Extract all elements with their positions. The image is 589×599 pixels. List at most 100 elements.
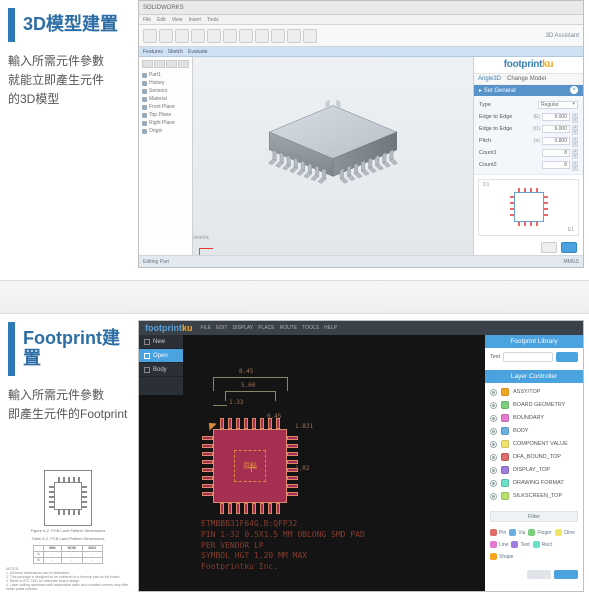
side-tab-change-model[interactable]: Change Model	[507, 76, 546, 82]
sw-tool-button[interactable]	[303, 29, 317, 43]
sw-tree-tab[interactable]	[154, 60, 165, 68]
sw-tree-item[interactable]: Front Plane	[142, 103, 189, 111]
sw-tab-3d-assistant[interactable]: 3D Assistant	[546, 33, 579, 39]
eda-menu-item[interactable]: TOOLS	[302, 325, 319, 331]
filter-item[interactable]: Text	[511, 540, 529, 549]
visibility-toggle-icon[interactable]	[490, 402, 497, 409]
layer-list: ASSY/TOP BOARD GEOMETRY BOUNDARY BODY COMPON…	[485, 383, 583, 505]
sw-tree-item[interactable]: Sensors	[142, 87, 189, 95]
layer-item[interactable]: COMPONENT VALUE	[490, 439, 578, 449]
eda-menu: FILE EDIT DISPLAY PLACE ROUTE TOOLS HELP	[201, 325, 338, 331]
section1-title: 3D模型建置	[23, 15, 132, 35]
eda-viewport[interactable]: 8.45 5.60 1.33 0.45 1.831 1.02 原點 ETMBBB…	[139, 335, 485, 591]
sw-ribbon-item[interactable]: Evaluate	[188, 49, 207, 55]
eda-menu-item[interactable]: HELP	[324, 325, 337, 331]
param-count1-input[interactable]: 8	[542, 149, 570, 157]
close-icon[interactable]: ×	[570, 86, 578, 94]
filter-clear-button[interactable]	[527, 570, 551, 579]
filter-item[interactable]: Line	[490, 540, 508, 549]
spin-down-icon[interactable]: ▾	[572, 118, 578, 123]
param-count2-input[interactable]: 8	[542, 161, 570, 169]
visibility-toggle-icon[interactable]	[490, 441, 497, 448]
sw-tool-button[interactable]	[287, 29, 301, 43]
sw-menu-item[interactable]: View	[172, 17, 183, 23]
lib-search-input[interactable]	[503, 352, 553, 362]
sw-tool-button[interactable]	[255, 29, 269, 43]
visibility-toggle-icon[interactable]	[490, 467, 497, 474]
sw-tree-item[interactable]: Part1	[142, 71, 189, 79]
layer-item[interactable]: DFA_BOUND_TOP	[490, 452, 578, 462]
sw-tool-button[interactable]	[143, 29, 157, 43]
param-pitch-input[interactable]: 0.800	[542, 137, 570, 145]
sw-reset-button[interactable]	[541, 242, 557, 253]
spin-down-icon[interactable]: ▾	[572, 154, 578, 159]
footprint-pad	[228, 418, 232, 429]
sw-tool-button[interactable]	[159, 29, 173, 43]
visibility-toggle-icon[interactable]	[490, 454, 497, 461]
layer-item[interactable]: DRAWING FORMAT	[490, 478, 578, 488]
layer-item[interactable]: SILKSCREEN_TOP	[490, 491, 578, 501]
layer-item[interactable]: BODY	[490, 426, 578, 436]
sw-ribbon-item[interactable]: Sketch	[168, 49, 183, 55]
sw-tool-button[interactable]	[271, 29, 285, 43]
filter-item[interactable]: Finger	[528, 528, 551, 537]
layer-item[interactable]: DISPLAY_TOP	[490, 465, 578, 475]
filter-item[interactable]: Via	[509, 528, 525, 537]
layer-item[interactable]: BOUNDARY	[490, 413, 578, 423]
sw-tool-button[interactable]	[223, 29, 237, 43]
layer-name: DFA_BOUND_TOP	[513, 454, 561, 460]
sw-ribbon-item[interactable]: Features	[143, 49, 163, 55]
sw-feature-tree[interactable]: Part1 History Sensors Material Front Pla…	[139, 57, 193, 255]
visibility-toggle-icon[interactable]	[490, 480, 497, 487]
filter-item[interactable]: Cline	[555, 528, 575, 537]
sw-tree-tab[interactable]	[166, 60, 177, 68]
layer-name: BODY	[513, 428, 529, 434]
filter-item[interactable]: Shape	[490, 552, 513, 561]
layer-item[interactable]: ASSY/TOP	[490, 387, 578, 397]
footprint-pad	[202, 460, 213, 464]
param-e2e-input[interactable]: 9.000	[542, 113, 570, 121]
spin-down-icon[interactable]: ▾	[572, 130, 578, 135]
visibility-toggle-icon[interactable]	[490, 415, 497, 422]
sw-tree-item[interactable]: History	[142, 79, 189, 87]
sw-tree-item[interactable]: Top Plane	[142, 111, 189, 119]
filter-apply-button[interactable]	[554, 570, 578, 579]
filter-item[interactable]: Pin	[490, 528, 506, 537]
sw-tool-button[interactable]	[239, 29, 253, 43]
sw-viewport[interactable]: *Isometric	[193, 57, 473, 255]
lib-search-button[interactable]	[556, 352, 578, 362]
sw-tool-button[interactable]	[191, 29, 205, 43]
sw-tool-button[interactable]	[175, 29, 189, 43]
sw-menu-item[interactable]: Insert	[188, 17, 201, 23]
sw-tool-button[interactable]	[207, 29, 221, 43]
sw-menu-item[interactable]: Edit	[157, 17, 166, 23]
sw-menubar: File Edit View Insert Tools	[139, 15, 583, 25]
eda-menu-item[interactable]: ROUTE	[280, 325, 298, 331]
sw-generate-button[interactable]	[561, 242, 577, 253]
side-tab-angle3d[interactable]: Angle3D	[478, 76, 501, 82]
eda-menu-item[interactable]: PLACE	[258, 325, 274, 331]
sw-menu-item[interactable]: Tools	[207, 17, 219, 23]
sw-tree-tab[interactable]	[178, 60, 189, 68]
param-e2ed-input[interactable]: 9.000	[542, 125, 570, 133]
eda-menu-item[interactable]: FILE	[201, 325, 212, 331]
eda-menu-item[interactable]: EDIT	[216, 325, 227, 331]
sw-menu-item[interactable]: File	[143, 17, 151, 23]
sw-tree-item[interactable]: Right Plane	[142, 119, 189, 127]
footprint-pad	[287, 468, 298, 472]
ref-chip	[54, 482, 82, 510]
filter-name: Pin	[499, 530, 506, 536]
param-type-select[interactable]: Regular	[538, 101, 578, 109]
layer-item[interactable]: BOARD GEOMETRY	[490, 400, 578, 410]
spin-down-icon[interactable]: ▾	[572, 166, 578, 171]
sw-tree-item[interactable]: Origin	[142, 127, 189, 135]
sw-tree-tab[interactable]	[142, 60, 153, 68]
visibility-toggle-icon[interactable]	[490, 428, 497, 435]
eda-menu-item[interactable]: DISPLAY	[232, 325, 253, 331]
sw-tree-item[interactable]: Material	[142, 95, 189, 103]
filter-item[interactable]: Rect	[533, 540, 552, 549]
visibility-toggle-icon[interactable]	[490, 493, 497, 500]
visibility-toggle-icon[interactable]	[490, 389, 497, 396]
filter-swatch-icon	[509, 529, 516, 536]
spin-down-icon[interactable]: ▾	[572, 142, 578, 147]
